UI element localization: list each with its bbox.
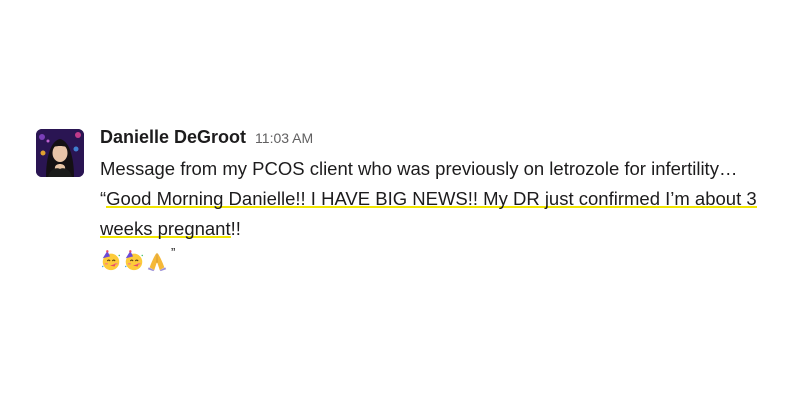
- user-photo-icon: [36, 129, 84, 177]
- highlighted-text: Good Morning Danielle!! I HAVE BIG NEWS!…: [100, 188, 757, 241]
- sender-name[interactable]: Danielle DeGroot: [100, 127, 246, 148]
- message-header: Danielle DeGroot 11:03 AM: [100, 127, 766, 153]
- partying-face-emoji-icon: [125, 250, 143, 271]
- message-timestamp[interactable]: 11:03 AM: [255, 130, 313, 146]
- closing-quote: ”: [171, 245, 176, 260]
- avatar[interactable]: [36, 129, 84, 177]
- message-content: Danielle DeGroot 11:03 AM Message from m…: [100, 127, 766, 272]
- partying-face-emoji-icon: [102, 250, 120, 271]
- folded-hands-emoji-icon: [147, 252, 167, 272]
- chat-message[interactable]: Danielle DeGroot 11:03 AM Message from m…: [36, 127, 766, 272]
- message-body: Message from my PCOS client who was prev…: [100, 154, 766, 244]
- emoji-row: ”: [100, 244, 766, 272]
- message-text-after: !!: [230, 218, 241, 239]
